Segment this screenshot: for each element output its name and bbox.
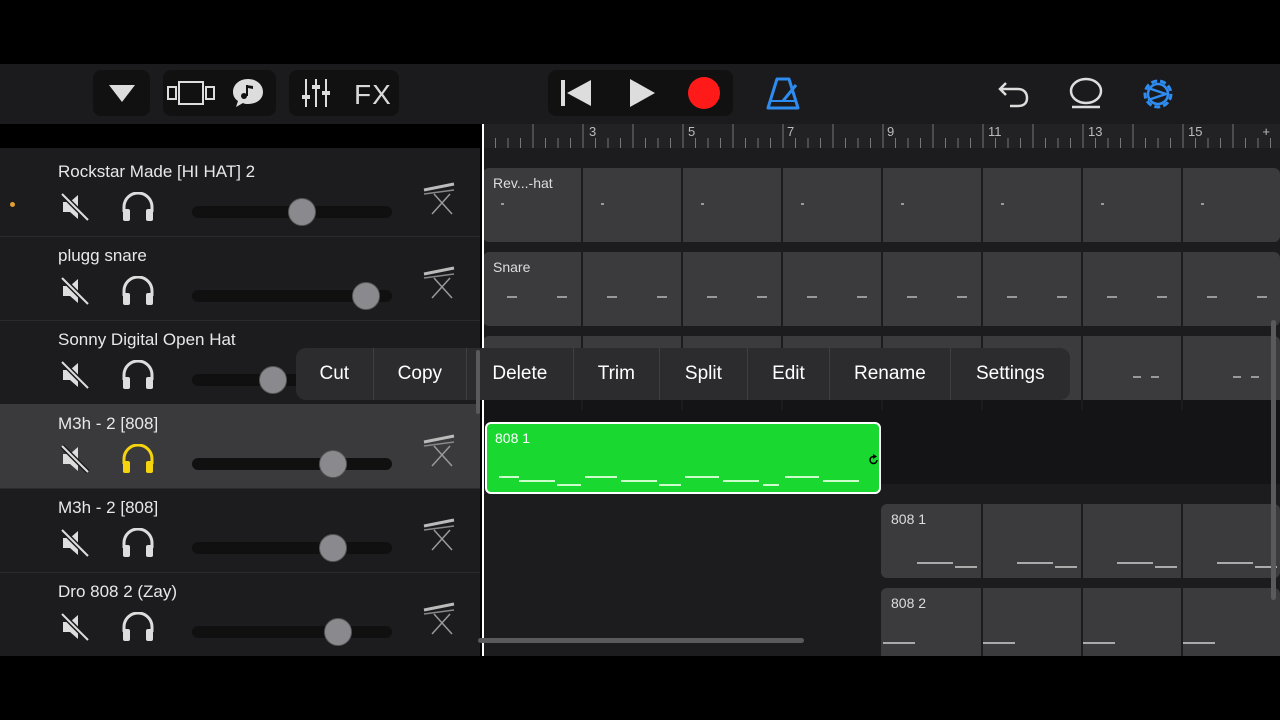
mute-icon[interactable] <box>60 276 90 311</box>
loop-browser-icon[interactable] <box>1068 77 1104 109</box>
keyboard-instrument-icon <box>420 262 460 307</box>
horizontal-scrollbar[interactable] <box>478 638 804 643</box>
fx-button[interactable]: FX <box>354 79 392 111</box>
bar-number: 9 <box>887 124 895 139</box>
keyboard-instrument-icon <box>420 430 460 475</box>
menu-item-edit[interactable]: Edit <box>748 348 831 400</box>
vertical-scrollbar[interactable] <box>1271 320 1276 600</box>
mixer-icon[interactable] <box>300 77 332 109</box>
menu-item-trim[interactable]: Trim <box>574 348 661 400</box>
keyboard-instrument-icon <box>420 598 460 643</box>
metronome-icon[interactable] <box>766 77 800 111</box>
headphones-icon[interactable] <box>120 527 156 563</box>
timeline-ruler[interactable]: 3 5 7 9 11 13 15 + <box>483 124 1280 148</box>
menu-item-copy[interactable]: Copy <box>374 348 468 400</box>
volume-knob[interactable] <box>259 366 287 394</box>
headphones-icon[interactable] <box>120 275 156 311</box>
volume-knob[interactable] <box>324 618 352 646</box>
view-toggle-icon[interactable] <box>167 81 217 105</box>
toolbar: FX <box>0 64 1280 124</box>
track-name: plugg snare <box>58 246 147 265</box>
settings-gear-icon[interactable] <box>1140 76 1176 112</box>
volume-knob[interactable] <box>352 282 380 310</box>
dropdown-triangle-icon <box>109 85 135 102</box>
headphones-icon[interactable] <box>120 191 156 227</box>
track-header[interactable]: plugg snare <box>0 236 480 321</box>
track-header[interactable]: Rockstar Made [HI HAT] 2 <box>0 152 480 237</box>
volume-knob[interactable] <box>319 450 347 478</box>
volume-slider[interactable] <box>192 282 392 310</box>
tracks-menu-button[interactable] <box>93 70 150 116</box>
volume-slider[interactable] <box>192 450 392 478</box>
transport-group <box>548 70 733 116</box>
track-name: Rockstar Made [HI HAT] 2 <box>58 162 256 181</box>
undo-icon[interactable] <box>998 79 1030 109</box>
mute-icon[interactable] <box>60 528 90 563</box>
headphones-icon[interactable] <box>120 443 156 479</box>
track-header[interactable]: Dro 808 2 (Zay) <box>0 572 480 656</box>
keyboard-instrument-icon <box>420 178 460 223</box>
play-icon[interactable] <box>628 78 656 108</box>
track-name: M3h - 2 [808] <box>58 498 159 517</box>
region-notes <box>501 168 1277 656</box>
volume-slider[interactable] <box>192 198 392 226</box>
keyboard-instrument-icon <box>420 514 460 559</box>
view-controls-group <box>163 70 276 116</box>
menu-item-split[interactable]: Split <box>660 348 748 400</box>
ruler-ticks <box>483 124 1271 148</box>
bar-number: 11 <box>988 124 1002 139</box>
menu-item-delete[interactable]: Delete <box>467 348 574 400</box>
record-icon[interactable] <box>687 76 721 110</box>
rewind-icon[interactable] <box>560 78 592 108</box>
menu-item-cut[interactable]: Cut <box>296 348 374 400</box>
menu-item-settings[interactable]: Settings <box>951 348 1070 400</box>
region-selected[interactable]: 808 1 <box>485 422 881 494</box>
bar-number: 7 <box>787 124 795 139</box>
context-menu: Cut Copy Delete Trim Split Edit Rename S… <box>296 348 1070 400</box>
track-header[interactable]: M3h - 2 [808] <box>0 488 480 573</box>
smart-controls-icon[interactable] <box>231 77 265 109</box>
track-header[interactable]: M3h - 2 [808] <box>0 404 480 489</box>
track-headers: Rockstar Made [HI HAT] 2 plugg snare Sonny… <box>0 148 480 656</box>
menu-item-rename[interactable]: Rename <box>830 348 951 400</box>
activity-indicator <box>10 202 15 207</box>
mute-icon[interactable] <box>60 192 90 227</box>
track-name: Sonny Digital Open Hat <box>58 330 236 349</box>
bar-number: 5 <box>688 124 696 139</box>
volume-slider[interactable] <box>192 618 392 646</box>
bar-number: 3 <box>589 124 597 139</box>
volume-knob[interactable] <box>319 534 347 562</box>
header-scrollbar[interactable] <box>476 350 480 414</box>
headphones-icon[interactable] <box>120 611 156 647</box>
bar-number: 15 <box>1188 124 1203 139</box>
mute-icon[interactable] <box>60 612 90 647</box>
mixer-fx-group: FX <box>289 70 399 116</box>
mute-icon[interactable] <box>60 360 90 395</box>
bar-number: 13 <box>1088 124 1103 139</box>
volume-slider[interactable] <box>192 534 392 562</box>
add-section-button[interactable]: + <box>1262 124 1270 139</box>
volume-knob[interactable] <box>288 198 316 226</box>
headphones-icon[interactable] <box>120 359 156 395</box>
tracks-area[interactable]: Rev...-hat Snare 808 1 808 2 808 1 <box>483 148 1280 656</box>
region-notes <box>499 476 859 486</box>
track-name: M3h - 2 [808] <box>58 414 159 433</box>
mute-icon[interactable] <box>60 444 90 479</box>
track-name: Dro 808 2 (Zay) <box>58 582 178 601</box>
